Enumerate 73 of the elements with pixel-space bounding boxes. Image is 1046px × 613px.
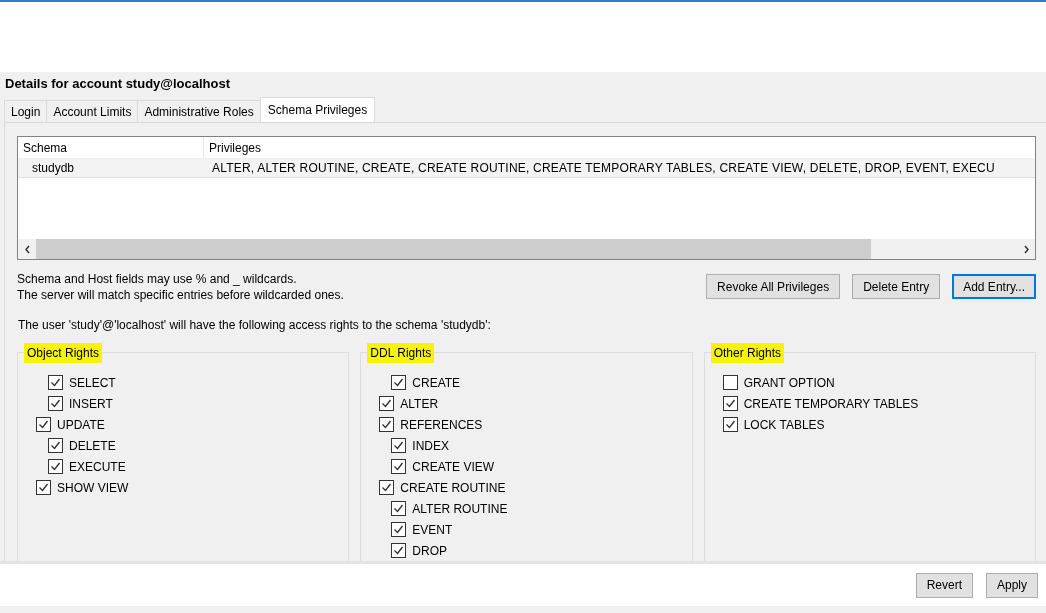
group-title: Other Rights — [710, 343, 784, 363]
checkbox-label[interactable]: LOCK TABLES — [743, 415, 825, 434]
tab[interactable]: Login — [4, 100, 48, 122]
checkbox[interactable] — [36, 417, 51, 432]
checkbox[interactable] — [48, 375, 63, 390]
checkbox-label[interactable]: ALTER ROUTINE — [412, 499, 508, 518]
tab[interactable]: Schema Privileges — [259, 97, 376, 122]
checkbox[interactable] — [391, 459, 407, 474]
column-header[interactable]: Privileges — [204, 138, 1035, 157]
checkbox-label[interactable]: EVENT — [412, 520, 453, 539]
checkmark-icon — [724, 419, 736, 430]
checkmark-icon — [50, 461, 61, 472]
checkmark-icon — [50, 377, 61, 388]
checkbox-label[interactable]: SELECT — [69, 373, 116, 392]
footer-button[interactable]: Revert — [915, 572, 973, 598]
checkmark-icon — [38, 482, 49, 493]
checkbox[interactable] — [391, 501, 407, 516]
scrollbar-thumb[interactable] — [36, 239, 871, 259]
checkbox[interactable] — [48, 459, 63, 474]
checkbox-label[interactable]: DROP — [412, 541, 447, 560]
checkbox[interactable] — [48, 396, 63, 411]
checkmark-icon — [393, 440, 405, 451]
action-button[interactable]: Add Entry... — [952, 274, 1036, 299]
checkmark-icon — [381, 482, 393, 493]
checkbox-label[interactable]: CREATE VIEW — [412, 457, 495, 476]
checkmark-icon — [393, 524, 405, 535]
checkbox[interactable] — [722, 417, 738, 432]
checkmark-icon — [393, 545, 405, 556]
checkbox[interactable] — [391, 438, 407, 453]
checkmark-icon — [381, 398, 393, 409]
checkmark-icon — [50, 398, 61, 409]
footer-button[interactable]: Apply — [985, 572, 1038, 598]
info-text: The server will match specific entries before wildcarded ones. — [17, 287, 345, 303]
action-button[interactable]: Delete Entry — [852, 274, 941, 299]
horizontal-scrollbar[interactable] — [18, 239, 1035, 259]
checkbox-label[interactable]: INDEX — [412, 436, 449, 455]
checkbox-label[interactable]: SHOW VIEW — [57, 478, 129, 497]
checkbox-label[interactable]: CREATE TEMPORARY TABLES — [743, 394, 919, 413]
info-text: Schema and Host fields may use % and _ wildcards. — [17, 271, 298, 287]
checkbox[interactable] — [379, 417, 395, 432]
checkbox[interactable] — [48, 438, 63, 453]
checkbox[interactable] — [379, 396, 395, 411]
checkbox[interactable] — [391, 375, 407, 390]
checkbox-label[interactable]: UPDATE — [57, 415, 105, 434]
checkbox[interactable] — [722, 375, 738, 390]
checkbox-label[interactable]: EXECUTE — [69, 457, 126, 476]
checkbox[interactable] — [36, 480, 51, 495]
checkmark-icon — [393, 377, 405, 388]
checkbox-label[interactable]: REFERENCES — [400, 415, 483, 434]
checkbox[interactable] — [391, 543, 407, 558]
description-text: The user 'study'@'localhost' will have the following access rights to the schema 'studydb': — [17, 317, 492, 334]
checkbox-label[interactable]: INSERT — [69, 394, 113, 413]
table-cell-text: ALTER, ALTER ROUTINE, CREATE, CREATE ROUTINE, CREATE TEMPORARY TABLES, CREATE VIEW, DELETE, DROP, EVENT, EXECU — [211, 160, 995, 177]
group-title: DDL Rights — [367, 343, 435, 363]
checkbox-label[interactable]: CREATE ROUTINE — [400, 478, 506, 497]
section-title: Details for account study@localhost — [4, 75, 232, 93]
table-cell-text: studydb — [31, 160, 76, 177]
checkbox-label[interactable]: CREATE — [412, 373, 461, 392]
checkmark-icon — [724, 398, 736, 409]
checkbox[interactable] — [379, 480, 395, 495]
group-title: Object Rights — [24, 343, 103, 363]
checkbox-label[interactable]: DELETE — [69, 436, 116, 455]
checkmark-icon — [393, 503, 405, 514]
checkmark-icon — [50, 440, 61, 451]
checkmark-icon — [381, 419, 393, 430]
checkbox-label[interactable]: ALTER — [400, 394, 439, 413]
checkmark-icon — [393, 461, 405, 472]
checkbox[interactable] — [391, 522, 407, 537]
action-button[interactable]: Revoke All Privileges — [706, 274, 841, 299]
checkmark-icon — [38, 419, 49, 430]
column-header[interactable]: Schema — [18, 137, 204, 158]
checkbox[interactable] — [722, 396, 738, 411]
checkbox-label[interactable]: GRANT OPTION — [743, 373, 835, 392]
